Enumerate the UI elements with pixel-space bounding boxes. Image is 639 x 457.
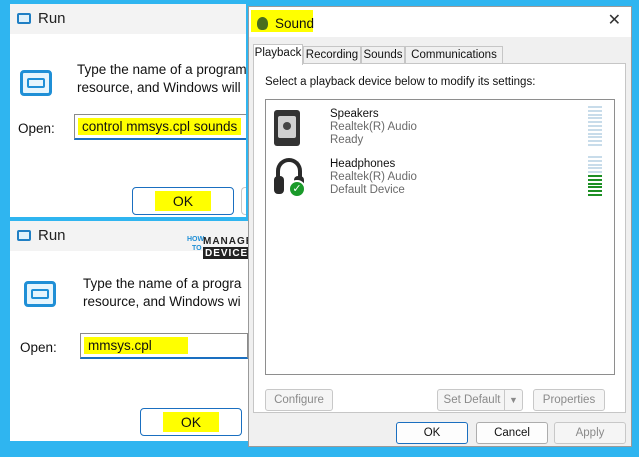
run-description-line1: Type the name of a progra: [83, 276, 242, 291]
speaker-icon: [274, 110, 300, 146]
run-title: Run: [38, 227, 66, 244]
device-name: Speakers: [330, 108, 379, 120]
run-description-line1: Type the name of a program: [77, 62, 246, 77]
tab-communications[interactable]: Communications: [405, 46, 503, 64]
level-bar: [588, 128, 602, 131]
ok-button[interactable]: OK: [132, 187, 234, 215]
sound-title-highlight: Sound: [251, 10, 315, 32]
level-bar: [588, 136, 602, 139]
close-icon[interactable]: ✕: [608, 13, 621, 29]
tab-playback[interactable]: Playback: [253, 44, 303, 65]
cancel-button[interactable]: Cancel: [476, 422, 548, 444]
level-bar: [588, 167, 602, 170]
device-status: Ready: [330, 134, 364, 146]
chevron-down-icon[interactable]: ▼: [504, 390, 522, 410]
set-default-button[interactable]: Set Default ▼: [437, 389, 523, 411]
level-bar: [588, 190, 602, 193]
logo-how: HOW: [187, 236, 205, 243]
sound-dialog: Sound ✕ Playback Recording Sounds Commun…: [248, 6, 632, 447]
run-title: Run: [38, 10, 66, 27]
device-name: Headphones: [330, 158, 396, 170]
open-label: Open:: [20, 340, 57, 355]
open-input-value: control mmsys.cpl sounds: [78, 118, 242, 135]
level-bar: [588, 106, 602, 108]
ok-label: OK: [155, 191, 211, 211]
logo-to: TO: [192, 245, 202, 252]
open-input[interactable]: control mmsys.cpl sounds: [74, 114, 246, 140]
level-bar: [588, 159, 602, 162]
run-description-line2: resource, and Windows wi: [83, 294, 241, 309]
level-bar: [588, 132, 602, 135]
ok-button[interactable]: OK: [140, 408, 242, 436]
device-status: Default Device: [330, 184, 405, 196]
run-window-icon: [20, 70, 52, 96]
device-list: Speakers Realtek(R) Audio Ready ✓ Headph…: [265, 99, 615, 375]
device-driver: Realtek(R) Audio: [330, 121, 417, 133]
tab-bar: Playback Recording Sounds Communications: [253, 44, 625, 65]
sound-title: Sound: [275, 16, 315, 31]
open-input-value: mmsys.cpl: [84, 337, 188, 354]
level-bar: [588, 178, 602, 181]
open-label: Open:: [18, 121, 55, 136]
run-titlebar: Run: [10, 4, 246, 34]
sound-app-icon: [257, 17, 268, 30]
apply-button[interactable]: Apply: [554, 422, 626, 444]
run-dialog-top: Run Type the name of a program resource,…: [10, 4, 246, 217]
level-bar: [588, 156, 602, 158]
tab-sounds[interactable]: Sounds: [361, 46, 405, 64]
ok-label: OK: [163, 412, 219, 432]
level-bar: [588, 140, 602, 143]
open-input[interactable]: mmsys.cpl: [80, 333, 248, 359]
level-bar: [588, 163, 602, 166]
run-app-icon: [17, 13, 31, 24]
level-bar: [588, 186, 602, 189]
run-app-icon: [17, 230, 31, 241]
device-item-speakers[interactable]: Speakers Realtek(R) Audio Ready: [266, 106, 614, 156]
logo-manage: MANAGE: [203, 236, 254, 248]
level-bar: [588, 193, 602, 196]
level-bar: [588, 143, 602, 146]
set-default-label: Set Default: [443, 394, 501, 406]
level-bar: [588, 113, 602, 116]
tab-recording[interactable]: Recording: [303, 46, 361, 64]
properties-button[interactable]: Properties: [533, 389, 605, 411]
level-meter: [588, 106, 602, 148]
level-bar: [588, 121, 602, 124]
playback-panel: Select a playback device below to modify…: [253, 63, 626, 413]
configure-button[interactable]: Configure: [265, 389, 333, 411]
ok-button[interactable]: OK: [396, 422, 468, 444]
level-bar: [588, 109, 602, 112]
run-window-icon: [24, 281, 56, 307]
device-driver: Realtek(R) Audio: [330, 171, 417, 183]
sound-titlebar: Sound ✕: [249, 7, 631, 37]
level-bar: [588, 182, 602, 185]
run-description-line2: resource, and Windows will: [77, 80, 241, 95]
instruction-text: Select a playback device below to modify…: [265, 76, 536, 88]
level-bar: [588, 174, 602, 177]
level-bar: [588, 117, 602, 120]
device-item-headphones[interactable]: ✓ Headphones Realtek(R) Audio Default De…: [266, 156, 614, 206]
level-bar: [588, 124, 602, 127]
level-meter: [588, 156, 602, 198]
level-bar: [588, 171, 602, 174]
default-check-icon: ✓: [288, 180, 306, 198]
cancel-button-partial[interactable]: [241, 187, 246, 215]
